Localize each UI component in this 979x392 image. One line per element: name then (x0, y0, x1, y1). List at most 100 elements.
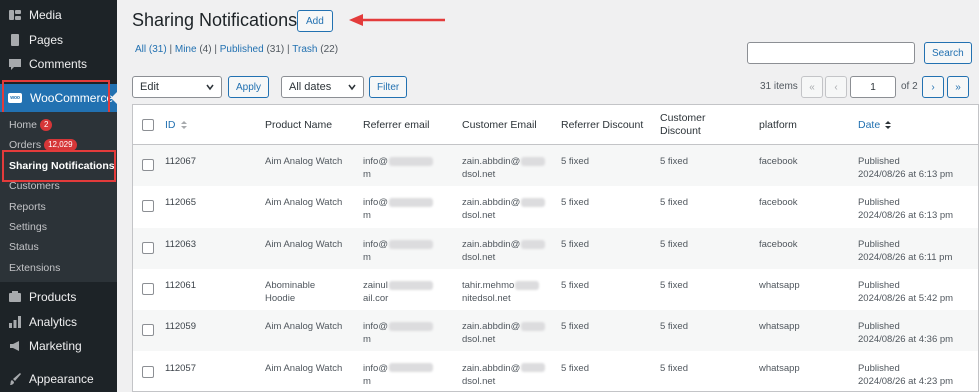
menu-item-pages[interactable]: Pages (0, 28, 117, 52)
prev-page-button[interactable]: ‹ (825, 76, 847, 98)
submenu-item-home[interactable]: Home 2 (0, 115, 117, 135)
redacted-blur (388, 239, 433, 249)
table-row[interactable]: 112061 Abominable Hoodie zainul ail.cor tahir… (133, 269, 978, 310)
row-customer-email: tahir.mehmo nitedsol.net (462, 279, 552, 305)
apply-button[interactable]: Apply (228, 76, 270, 98)
menu-item-woocommerce[interactable]: woo WooCommerce (0, 84, 118, 112)
chevron-down-icon (348, 84, 356, 91)
row-platform: facebook (759, 238, 798, 250)
view-all-link[interactable]: All (31) (135, 44, 167, 55)
select-all-checkbox[interactable] (142, 119, 154, 131)
submenu-item-status[interactable]: Status (0, 237, 117, 257)
row-customer-email: zain.abbdin@ dsol.net (462, 320, 552, 346)
redacted-blur (521, 322, 546, 332)
column-header-referrer-discount: Referrer Discount (561, 118, 644, 131)
table-row[interactable]: 112067 Aim Analog Watch info@ m zain.abbdin@… (133, 145, 978, 186)
row-platform: whatsapp (759, 362, 800, 374)
menu-item-label: Media (29, 8, 62, 22)
total-pages: of 2 (901, 81, 918, 92)
row-checkbox[interactable] (142, 282, 154, 295)
redacted-blur (388, 363, 433, 373)
submenu-item-label: Orders (9, 139, 42, 151)
submenu-item-label: Settings (9, 221, 47, 233)
table-row[interactable]: 112065 Aim Analog Watch info@ m zain.abbdin@… (133, 186, 978, 227)
row-customer-email: zain.abbdin@ dsol.net (462, 238, 552, 264)
row-customer-discount: 5 fixed (660, 197, 688, 209)
row-date: Published 2024/08/26 at 4:23 pm (858, 362, 954, 387)
submenu-item-orders[interactable]: Orders 12,029 (0, 135, 117, 155)
redacted-blur (521, 239, 546, 249)
search-input[interactable] (747, 42, 915, 64)
column-header-id[interactable]: ID (165, 105, 188, 145)
page-title: Sharing Notifications (132, 10, 298, 30)
menu-item-label: Appearance (29, 372, 94, 386)
submenu-item-sharing-notifications[interactable]: Sharing Notifications (0, 156, 117, 176)
notifications-table: ID Product Name Referrer email Customer … (132, 104, 979, 392)
column-header-date[interactable]: Date (858, 105, 892, 145)
comments-icon (8, 57, 22, 71)
row-product-name: Aim Analog Watch (265, 238, 343, 250)
bulk-actions-select[interactable]: Edit (132, 76, 222, 98)
current-page-input[interactable]: 1 (850, 76, 896, 98)
sort-icon (885, 121, 892, 129)
submenu-item-label: Reports (9, 201, 46, 213)
row-customer-discount: 5 fixed (660, 321, 688, 333)
view-published-link[interactable]: Published (31) (220, 44, 285, 55)
row-checkbox[interactable] (142, 159, 154, 171)
next-page-button[interactable]: › (922, 76, 944, 98)
row-id[interactable]: 112067 (165, 155, 196, 168)
products-icon (8, 290, 22, 304)
row-checkbox[interactable] (142, 200, 154, 213)
menu-item-marketing[interactable]: Marketing (0, 334, 117, 358)
menu-item-appearance[interactable]: Appearance (0, 367, 117, 391)
table-row[interactable]: 112057 Aim Analog Watch info@ m zain.abbdin@… (133, 352, 978, 392)
row-id[interactable]: 112065 (165, 196, 196, 209)
last-page-button[interactable]: » (947, 76, 969, 98)
redacted-blur (521, 198, 546, 208)
row-referrer-discount: 5 fixed (561, 279, 589, 291)
submenu-item-reports[interactable]: Reports (0, 197, 117, 217)
row-platform: facebook (759, 156, 798, 167)
menu-item-label: Marketing (29, 339, 82, 353)
row-referrer-discount: 5 fixed (561, 321, 589, 333)
row-checkbox[interactable] (142, 324, 154, 337)
view-trash-link[interactable]: Trash (22) (292, 44, 338, 55)
menu-item-comments[interactable]: Comments (0, 52, 117, 76)
submenu-item-settings[interactable]: Settings (0, 217, 117, 237)
table-row[interactable]: 112059 Aim Analog Watch info@ m zain.abbdin@… (133, 310, 978, 352)
row-date: Published 2024/08/26 at 6:13 pm (858, 156, 954, 180)
redacted-blur (388, 280, 433, 290)
row-id[interactable]: 112063 (165, 238, 196, 251)
view-mine-link[interactable]: Mine (4) (175, 44, 212, 55)
first-page-button[interactable]: « (801, 76, 823, 98)
date-filter-select[interactable]: All dates (281, 76, 364, 98)
menu-item-label: Analytics (29, 315, 78, 329)
submenu-item-extensions[interactable]: Extensions (0, 258, 117, 278)
row-checkbox[interactable] (142, 365, 154, 378)
row-id[interactable]: 112061 (165, 279, 196, 292)
menu-item-label: Comments (29, 57, 88, 71)
column-header-product-name: Product Name (265, 118, 333, 131)
search-button[interactable]: Search (924, 42, 972, 64)
row-id[interactable]: 112059 (165, 320, 196, 333)
menu-item-products[interactable]: Products (0, 285, 117, 309)
row-checkbox[interactable] (142, 241, 154, 254)
admin-sidebar: Media Pages Comments woo WooCommerce Hom… (0, 0, 118, 392)
table-row[interactable]: 112063 Aim Analog Watch info@ m zain.abbdin@… (133, 227, 978, 269)
post-status-filters: All (31) | Mine (4) | Published (31) | T… (135, 44, 339, 55)
menu-item-media[interactable]: Media (0, 3, 117, 27)
orders-count-badge: 12,029 (44, 139, 77, 151)
row-referrer-email: zainul ail.cor (363, 279, 453, 305)
column-header-platform: platform (759, 118, 797, 131)
column-header-customer-email: Customer Email (462, 118, 537, 131)
row-customer-discount: 5 fixed (660, 238, 688, 250)
add-new-button[interactable]: Add (297, 10, 333, 32)
column-header-customer-discount: Customer Discount (660, 112, 706, 137)
filter-button[interactable]: Filter (369, 76, 408, 98)
row-platform: facebook (759, 197, 798, 209)
menu-item-analytics[interactable]: Analytics (0, 310, 117, 334)
submenu-item-customers[interactable]: Customers (0, 176, 117, 196)
row-id[interactable]: 112057 (165, 362, 196, 375)
row-product-name: Aim Analog Watch (265, 362, 343, 374)
row-referrer-email: info@ m (363, 320, 453, 346)
